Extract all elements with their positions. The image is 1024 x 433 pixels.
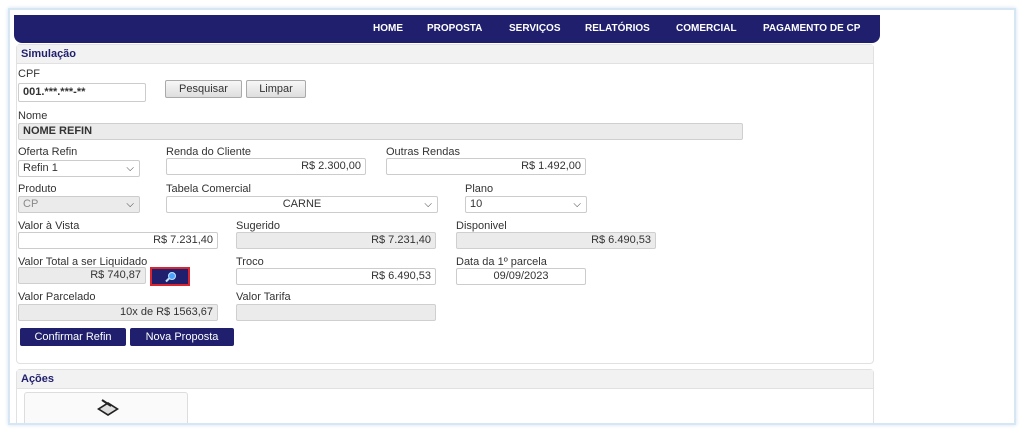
plano-select[interactable]: 10 ⌵ — [465, 196, 587, 213]
oferta-select[interactable]: Refin 1 ⌵ — [18, 160, 140, 177]
produto-label: Produto — [18, 183, 57, 195]
scanner-icon — [97, 399, 119, 416]
nome-label: Nome — [18, 110, 48, 122]
troco-label: Troco — [236, 256, 264, 268]
scanner-action-card[interactable] — [24, 392, 188, 423]
app-window: HOME PROPOSTA SERVIÇOS RELATÓRIOS COMERC… — [8, 8, 1016, 425]
acoes-panel: Ações — [16, 369, 874, 423]
limpar-button[interactable]: Limpar — [246, 80, 306, 98]
confirmar-refin-button[interactable]: Confirmar Refin — [20, 328, 126, 346]
simulacao-title: Simulação — [21, 48, 77, 60]
nome-field: NOME REFIN — [18, 123, 743, 140]
cpf-input[interactable]: 001.***.***-** — [18, 83, 146, 102]
valor-liquidado-field: R$ 740,87 — [18, 267, 146, 284]
pesquisar-button[interactable]: Pesquisar — [165, 80, 242, 98]
nav-servicos[interactable]: SERVIÇOS — [509, 23, 561, 34]
valor-vista-label: Valor à Vista — [18, 220, 80, 232]
renda-label: Renda do Cliente — [166, 146, 252, 158]
cpf-label: CPF — [18, 68, 40, 80]
tabela-label: Tabela Comercial — [166, 183, 251, 195]
valor-parcelado-label: Valor Parcelado — [18, 291, 96, 303]
valor-tarifa-label: Valor Tarifa — [236, 291, 291, 303]
troco-input[interactable]: R$ 6.490,53 — [236, 268, 436, 285]
valor-parcelado-field: 10x de R$ 1563,67 — [18, 304, 218, 321]
liquidado-search-button[interactable] — [150, 267, 190, 286]
valor-vista-input[interactable]: R$ 7.231,40 — [18, 232, 218, 249]
disponivel-field: R$ 6.490,53 — [456, 232, 656, 249]
tabela-select[interactable]: CARNE ⌵ — [166, 196, 438, 213]
oferta-label: Oferta Refin — [18, 146, 78, 158]
chevron-down-icon: ⌵ — [424, 199, 432, 210]
nav-comercial[interactable]: COMERCIAL — [676, 23, 737, 34]
acoes-header: Ações — [17, 370, 873, 389]
chevron-down-icon: ⌵ — [126, 163, 134, 174]
outras-rendas-input[interactable]: R$ 1.492,00 — [386, 158, 586, 175]
simulacao-header: Simulação — [17, 45, 873, 64]
search-icon — [165, 272, 176, 283]
renda-input[interactable]: R$ 2.300,00 — [166, 158, 366, 175]
data-parcela-input[interactable]: 09/09/2023 — [456, 268, 586, 285]
valor-tarifa-field — [236, 304, 436, 321]
nav-home[interactable]: HOME — [373, 23, 403, 34]
nav-pagamento-cp[interactable]: PAGAMENTO DE CP — [763, 23, 860, 34]
sugerido-field: R$ 7.231,40 — [236, 232, 436, 249]
nav-proposta[interactable]: PROPOSTA — [427, 23, 482, 34]
chevron-down-icon: ⌵ — [126, 199, 134, 210]
tabela-value: CARNE — [282, 198, 322, 210]
produto-value: CP — [23, 198, 39, 210]
outras-rendas-label: Outras Rendas — [386, 146, 460, 158]
sugerido-label: Sugerido — [236, 220, 281, 232]
oferta-value: Refin 1 — [23, 162, 58, 174]
plano-label: Plano — [465, 183, 494, 195]
produto-select: CP ⌵ — [18, 196, 140, 213]
top-navigation: HOME PROPOSTA SERVIÇOS RELATÓRIOS COMERC… — [14, 15, 880, 43]
nav-relatorios[interactable]: RELATÓRIOS — [585, 23, 650, 34]
data-parcela-label: Data da 1º parcela — [456, 256, 547, 268]
disponivel-label: Disponivel — [456, 220, 507, 232]
chevron-down-icon: ⌵ — [573, 199, 581, 210]
plano-value: 10 — [470, 198, 483, 210]
nova-proposta-button[interactable]: Nova Proposta — [130, 328, 234, 346]
acoes-title: Ações — [21, 373, 55, 385]
